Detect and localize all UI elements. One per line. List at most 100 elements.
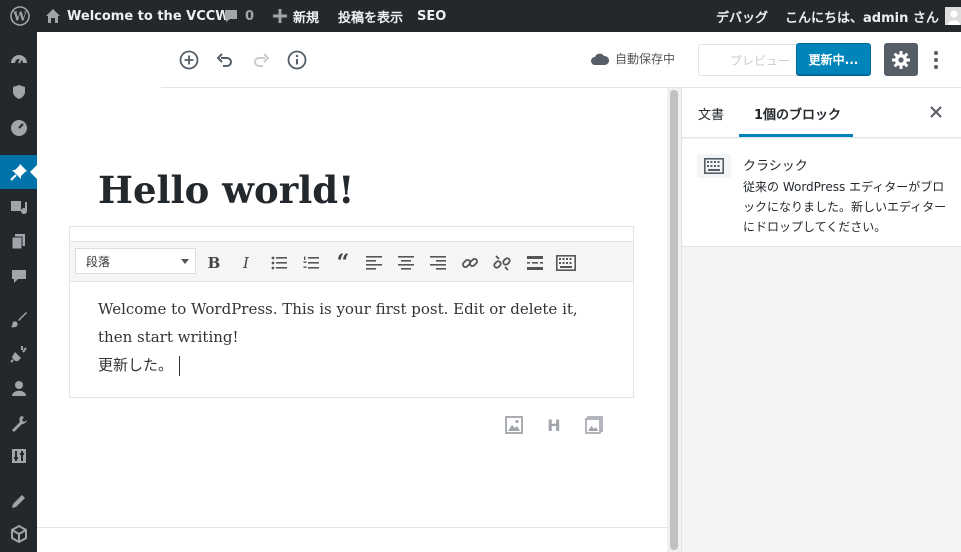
italic-button[interactable]: I — [235, 252, 257, 274]
heading-icon: H — [547, 415, 561, 435]
block-card: クラシック 従来の WordPress エディターがブロックになりました。新しい… — [682, 139, 961, 247]
keyboard-icon — [697, 154, 731, 178]
wordpress-logo-icon[interactable]: W — [10, 0, 30, 32]
content-line: then start writing! — [98, 328, 239, 346]
shield-icon — [11, 84, 27, 100]
link-icon — [461, 254, 479, 272]
pages-icon — [11, 233, 27, 249]
sidebar-item-blocks[interactable] — [0, 517, 37, 551]
format-select-value: 段落 — [86, 254, 111, 269]
align-center-button[interactable] — [395, 252, 417, 274]
info-icon — [287, 50, 307, 70]
classic-content[interactable]: Welcome to WordPress. This is your first… — [98, 295, 618, 379]
block-title: クラシック — [743, 159, 808, 174]
cloud-icon — [591, 53, 609, 65]
toolbar-toggle-button[interactable] — [555, 252, 577, 274]
insert-link-button[interactable] — [459, 252, 481, 274]
sidebar-item-posts[interactable] — [0, 155, 37, 189]
tab-document[interactable]: 文書 — [698, 104, 724, 123]
pencil-icon — [11, 493, 27, 509]
site-title: Welcome to the VCCW — [67, 8, 230, 24]
content-line: 更新した。 — [98, 356, 174, 374]
more-menu-button[interactable] — [927, 46, 945, 74]
insert-gallery-button[interactable] — [583, 414, 605, 436]
new-content-link[interactable]: 新規 — [273, 0, 319, 32]
add-block-button[interactable] — [175, 46, 203, 74]
debug-link[interactable]: デバッグ — [716, 0, 768, 32]
sidebar-item-dashboard[interactable] — [0, 43, 37, 77]
gear-icon — [891, 50, 911, 70]
bold-button[interactable]: B — [203, 252, 225, 274]
view-post-label: 投稿を表示 — [338, 10, 404, 26]
sidebar-item-tools[interactable] — [0, 406, 37, 440]
settings-button[interactable] — [884, 43, 918, 76]
insert-image-button[interactable] — [503, 414, 525, 436]
settings-tabs: 文書 1個のブロック — [682, 88, 961, 138]
tab-block[interactable]: 1個のブロック — [754, 104, 841, 123]
sidebar-item-edit[interactable] — [0, 484, 37, 518]
align-right-button[interactable] — [427, 252, 449, 274]
plus-icon — [273, 9, 287, 23]
editor-canvas: Hello world! 段落 B I “ Welcome to WordPre… — [37, 88, 667, 552]
chevron-down-icon — [181, 259, 189, 268]
home-icon — [45, 8, 61, 24]
italic-icon: I — [243, 254, 249, 272]
seo-link[interactable]: SEO — [417, 0, 446, 32]
plus-circle-icon — [179, 50, 199, 70]
sidebar-item-users[interactable] — [0, 371, 37, 405]
sidebar-item-media[interactable] — [0, 190, 37, 224]
insert-heading-button[interactable]: H — [543, 414, 565, 436]
admin-bar: W Welcome to the VCCW 0 新規 投稿を表示 SEO デバッ… — [0, 0, 961, 32]
align-center-icon — [398, 256, 414, 270]
scrollbar-thumb[interactable] — [670, 90, 678, 550]
sidebar-item-pages[interactable] — [0, 224, 37, 258]
editor-scrollbar[interactable] — [667, 88, 681, 552]
sidebar-item-plugins[interactable] — [0, 337, 37, 371]
quote-icon: “ — [336, 250, 350, 276]
sidebar-item-comments[interactable] — [0, 259, 37, 293]
sidebar-item-performance[interactable] — [0, 111, 37, 145]
sidebar-item-settings[interactable] — [0, 439, 37, 473]
debug-label: デバッグ — [716, 10, 769, 26]
avatar — [944, 7, 961, 25]
account-menu[interactable]: こんにちは、admin さん — [785, 0, 961, 32]
view-post-link[interactable]: 投稿を表示 — [338, 0, 403, 32]
info-button[interactable] — [283, 46, 311, 74]
format-select[interactable]: 段落 — [75, 248, 196, 274]
keyboard-icon — [556, 255, 576, 271]
read-more-icon — [527, 256, 543, 270]
post-title[interactable]: Hello world! — [98, 168, 354, 212]
gallery-icon — [585, 416, 603, 434]
close-sidebar-button[interactable] — [926, 102, 946, 122]
unlink-button[interactable] — [491, 252, 513, 274]
redo-icon — [251, 50, 271, 70]
bold-icon: B — [207, 254, 221, 272]
undo-icon — [215, 50, 235, 70]
numbered-list-icon — [303, 256, 319, 270]
divider — [37, 527, 667, 528]
redo-button[interactable] — [247, 46, 275, 74]
dashboard-icon — [10, 51, 28, 69]
greeting: こんにちは、admin さん — [785, 10, 939, 26]
undo-button[interactable] — [211, 46, 239, 74]
pushpin-icon — [9, 163, 28, 181]
comments-link[interactable]: 0 — [223, 0, 254, 32]
seo-label: SEO — [417, 8, 447, 24]
svg-text:W: W — [12, 10, 27, 24]
block-description: 従来の WordPress エディターがブロックになりました。新しいエディターに… — [743, 180, 947, 234]
sidebar-item-appearance[interactable] — [0, 303, 37, 337]
site-name-link[interactable]: Welcome to the VCCW — [45, 0, 230, 32]
sidebar-item-security[interactable] — [0, 75, 37, 109]
more-vertical-icon — [934, 51, 938, 69]
editor-toolbar: 自動保存中 プレビュー 更新中... — [37, 32, 961, 88]
classic-toolbar: 段落 B I “ — [70, 241, 633, 282]
sliders-icon — [11, 448, 27, 464]
classic-block[interactable]: 段落 B I “ Welcome to WordPress. This is y… — [69, 226, 634, 398]
bullet-list-button[interactable] — [268, 252, 290, 274]
numbered-list-button[interactable] — [300, 252, 322, 274]
paintbrush-icon — [10, 311, 28, 329]
align-left-button[interactable] — [363, 252, 385, 274]
blockquote-button[interactable]: “ — [332, 250, 354, 276]
insert-more-button[interactable] — [524, 252, 546, 274]
update-button[interactable]: 更新中... — [796, 43, 871, 76]
